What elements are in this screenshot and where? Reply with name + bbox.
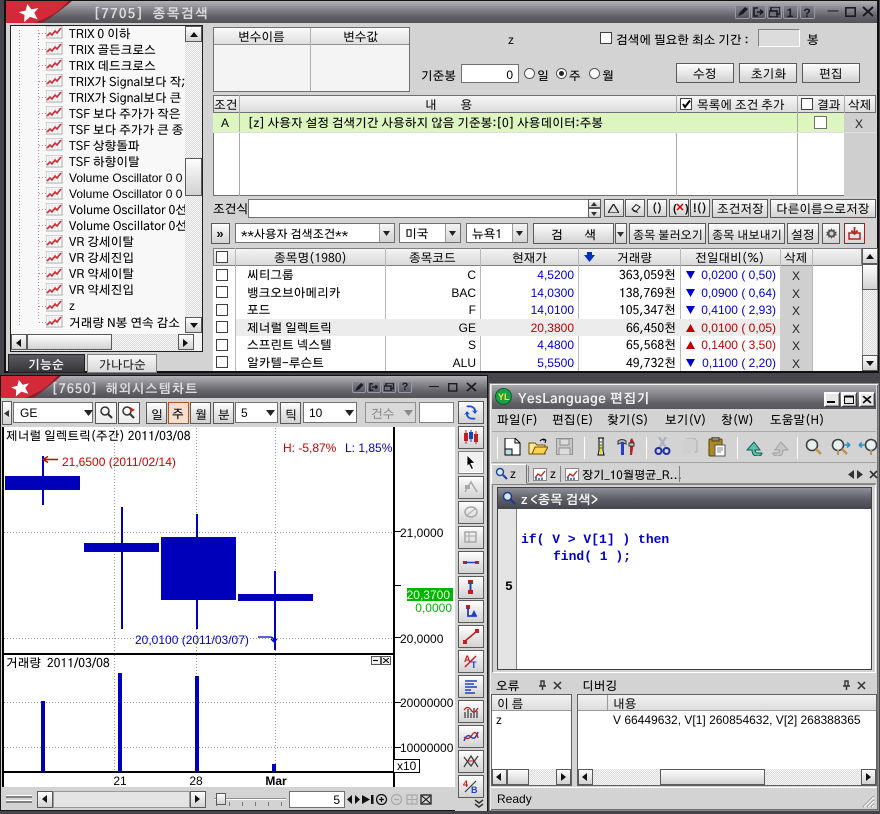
svg-text:YL: YL xyxy=(498,392,510,402)
svg-text:T: T xyxy=(471,660,477,669)
svg-text:A: A xyxy=(464,654,471,664)
svg-text:B: B xyxy=(471,785,478,794)
svg-text:4: 4 xyxy=(463,779,468,789)
